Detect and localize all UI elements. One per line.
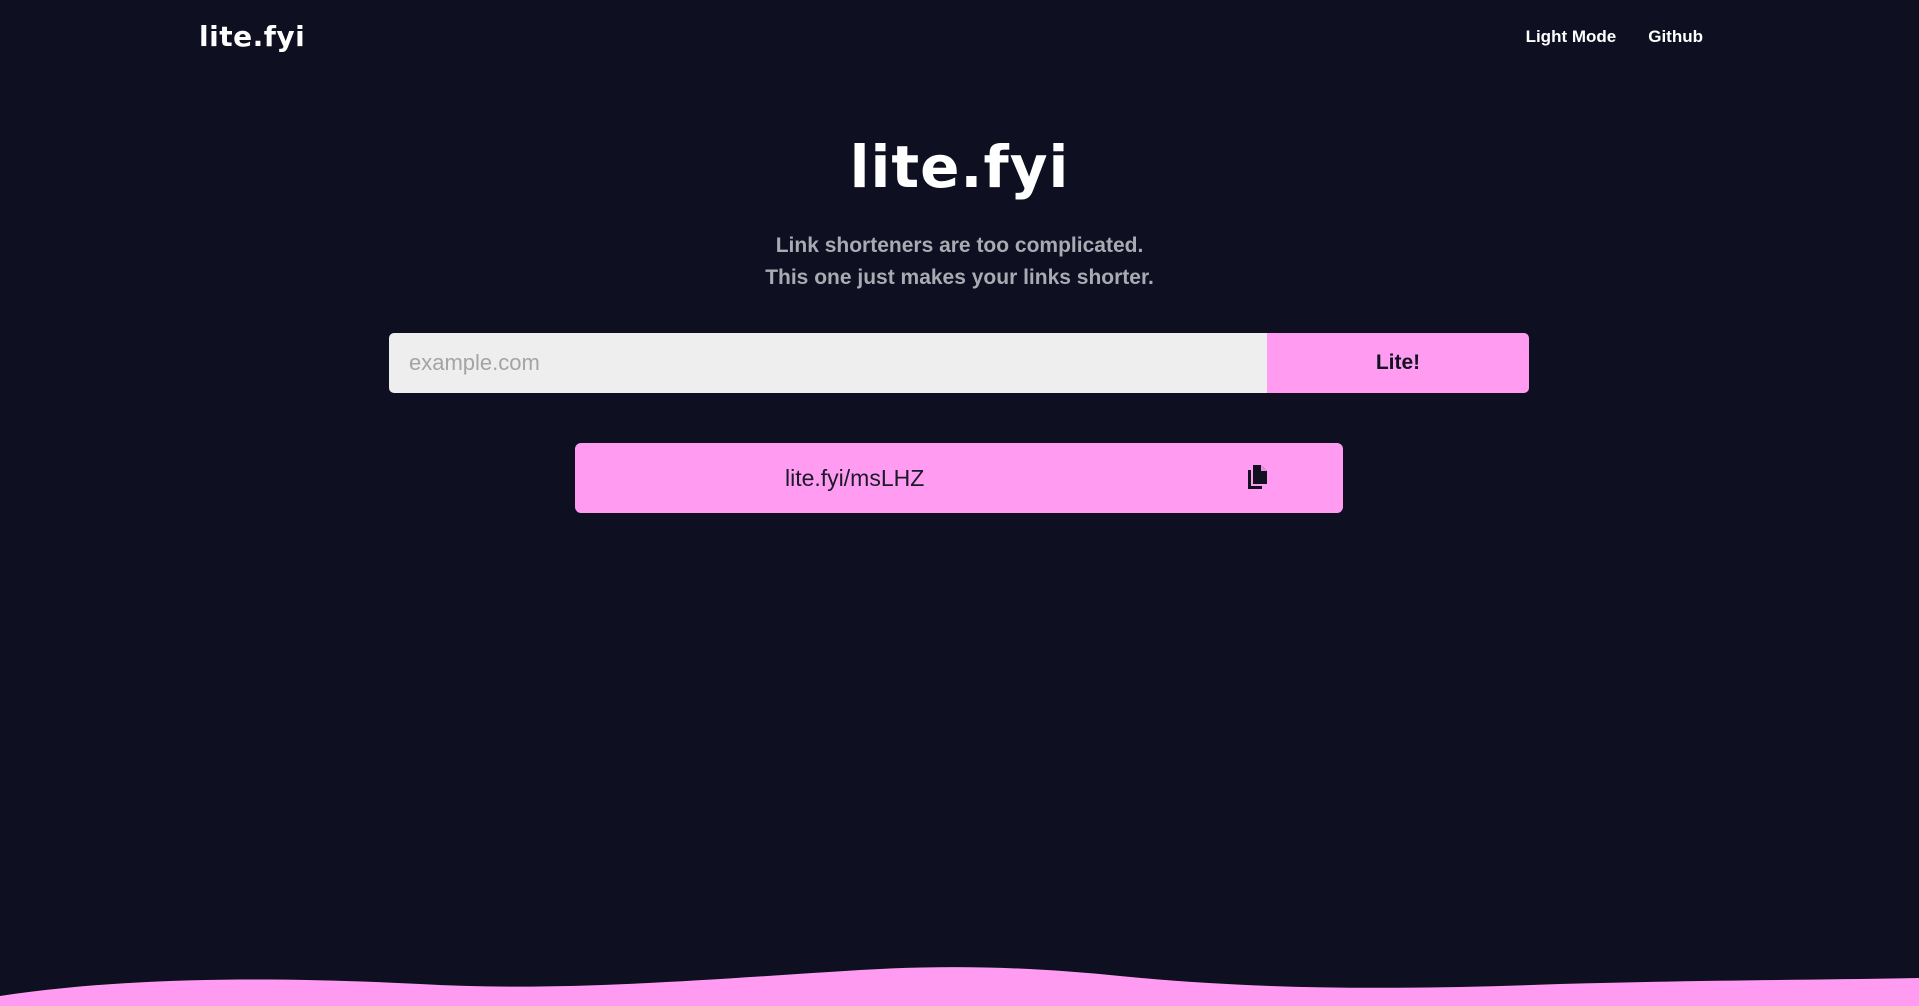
lite-submit-button[interactable]: Lite! — [1267, 333, 1529, 393]
shorten-form: Lite! — [389, 333, 1529, 393]
decorative-wave — [0, 967, 1919, 1006]
tagline-line-2: This one just makes your links shorter. — [765, 266, 1154, 289]
tagline: Link shorteners are too complicated. Thi… — [0, 230, 1919, 294]
short-link-text[interactable]: lite.fyi/msLHZ — [785, 443, 924, 513]
url-input[interactable] — [389, 333, 1267, 393]
tagline-line-1: Link shorteners are too complicated. — [775, 234, 1144, 257]
page-title: lite.fyi — [849, 133, 1070, 201]
copy-button[interactable] — [1243, 464, 1271, 492]
light-mode-toggle[interactable]: Light Mode — [1526, 25, 1617, 49]
short-link-result: lite.fyi/msLHZ — [575, 443, 1343, 513]
copy-icon — [1246, 464, 1268, 493]
github-link[interactable]: Github — [1648, 25, 1703, 49]
site-header: lite.fyi Light Mode Github — [0, 0, 1919, 76]
page: lite.fyi Light Mode Github lite.fyi Link… — [0, 0, 1919, 1006]
top-nav: Light Mode Github — [1526, 25, 1703, 49]
brand-logo-link[interactable]: lite.fyi — [199, 17, 305, 57]
